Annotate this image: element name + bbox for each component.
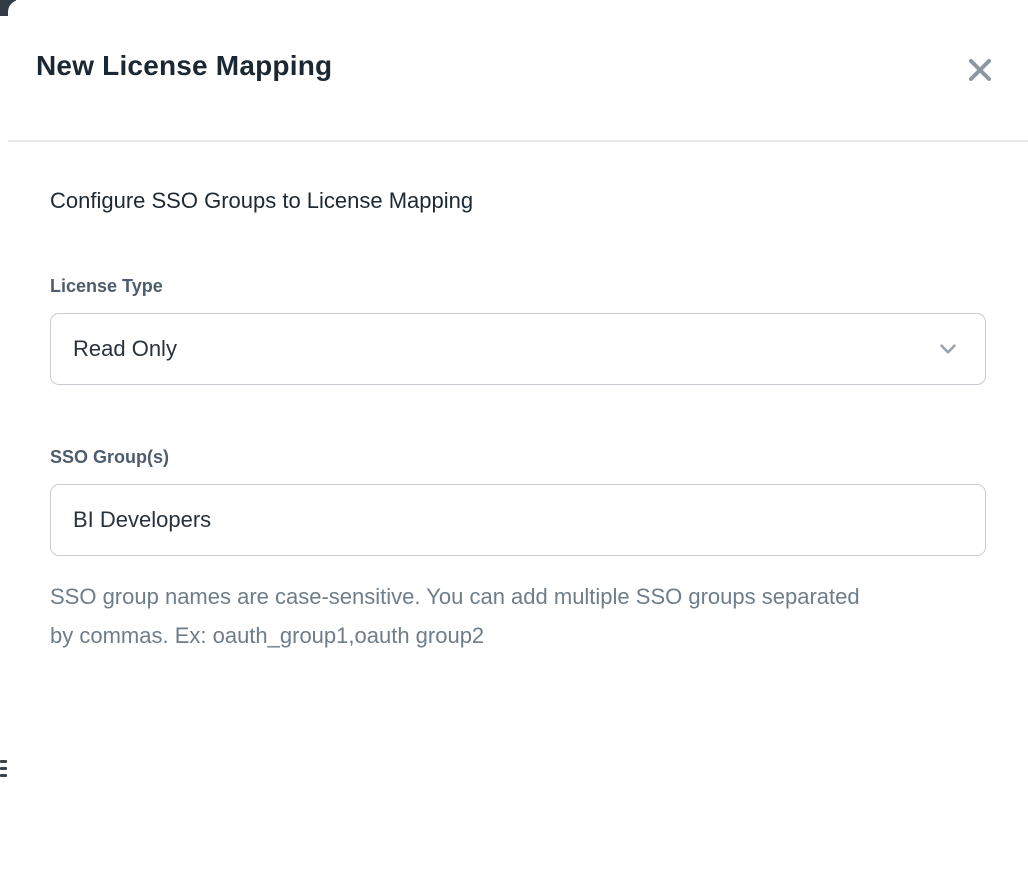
sso-groups-input[interactable] <box>50 484 986 556</box>
modal-title: New License Mapping <box>36 50 332 82</box>
background-menu-icon <box>0 760 7 781</box>
close-button[interactable] <box>962 52 998 88</box>
sso-groups-label: SSO Group(s) <box>50 447 986 468</box>
sso-groups-help-text: SSO group names are case-sensitive. You … <box>50 578 880 655</box>
license-type-selected-value: Read Only <box>73 336 177 362</box>
new-license-mapping-modal: New License Mapping Configure SSO Groups… <box>8 0 1028 876</box>
modal-header: New License Mapping <box>8 0 1028 142</box>
license-type-label: License Type <box>50 276 986 297</box>
chevron-down-icon <box>935 336 961 362</box>
modal-body: Configure SSO Groups to License Mapping … <box>8 142 1028 655</box>
license-type-select[interactable]: Read Only <box>50 313 986 385</box>
close-icon <box>966 56 994 84</box>
modal-subtitle: Configure SSO Groups to License Mapping <box>50 188 986 214</box>
